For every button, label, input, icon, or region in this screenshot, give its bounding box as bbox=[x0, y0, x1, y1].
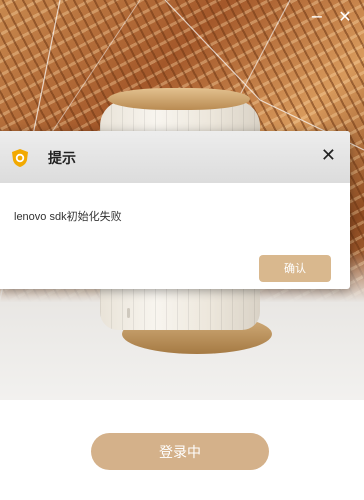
dialog-title: 提示 bbox=[48, 150, 76, 166]
dialog-close-icon[interactable]: ✕ bbox=[321, 145, 336, 167]
window-close-button[interactable]: ✕ bbox=[336, 8, 354, 26]
login-button[interactable]: 登录中 bbox=[91, 433, 269, 470]
minimize-button[interactable]: − bbox=[308, 8, 326, 26]
window-controls: − ✕ bbox=[308, 8, 354, 26]
alert-dialog: 提示 ✕ lenovo sdk初始化失败 确认 bbox=[0, 131, 350, 289]
dialog-header: 提示 ✕ bbox=[0, 131, 350, 183]
shield-logo-icon bbox=[12, 149, 28, 167]
confirm-button[interactable]: 确认 bbox=[259, 255, 331, 282]
dialog-message: lenovo sdk初始化失败 bbox=[14, 211, 122, 223]
